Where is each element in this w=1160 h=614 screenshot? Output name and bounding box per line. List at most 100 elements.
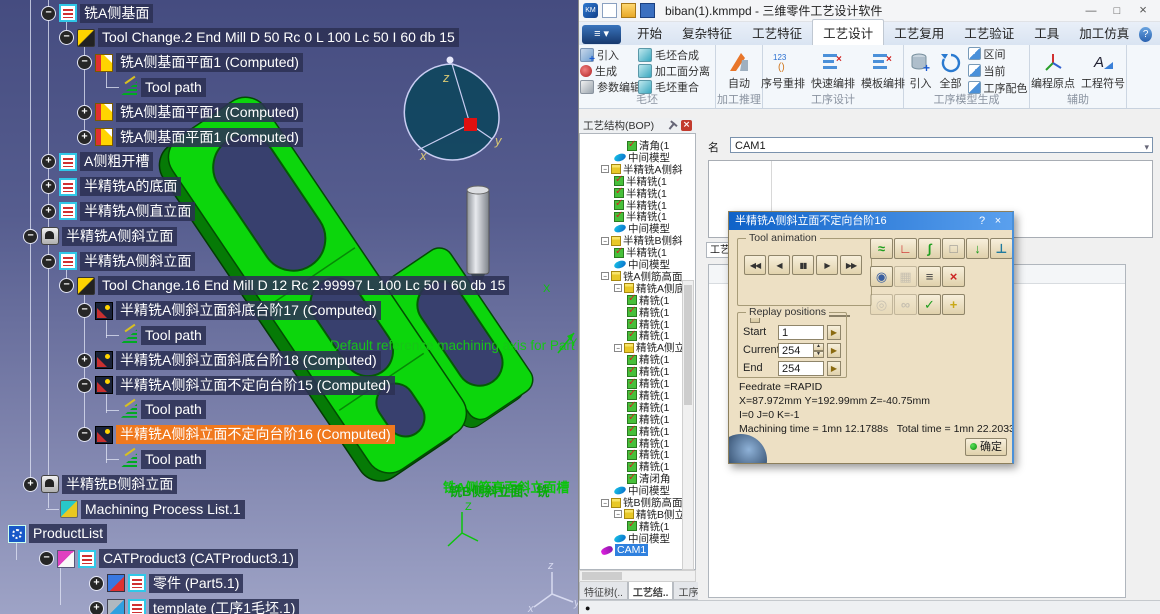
tree-item-label[interactable]: 半精铣A侧直立面 bbox=[80, 202, 195, 221]
ribbon-button-编程原点[interactable]: 编程原点 bbox=[1028, 49, 1078, 92]
minus-expander-icon[interactable]: − bbox=[614, 284, 622, 292]
tree-item-label[interactable]: template (工序1毛坯.1) bbox=[149, 599, 299, 614]
tree-item[interactable]: Tool path bbox=[120, 449, 206, 469]
tree-item[interactable]: − Tool Change.16 End Mill D 12 Rc 2.99997… bbox=[59, 276, 509, 296]
rewind-button[interactable]: ◀◀ bbox=[744, 255, 766, 275]
tree-item[interactable]: + 铣A侧基面平面1 (Computed) bbox=[77, 127, 303, 147]
tree-item-label[interactable]: 半精铣A侧斜立面斜底台阶17 (Computed) bbox=[116, 301, 381, 320]
ribbon-button-全部[interactable]: 全部 bbox=[936, 49, 966, 92]
plus-expander-icon[interactable]: + bbox=[77, 130, 92, 145]
tree-item[interactable]: −半精铣A侧斜立面斜底台阶17 (Computed) bbox=[77, 301, 381, 321]
application-menu-button[interactable]: ≡ ▾ bbox=[582, 25, 621, 44]
bop-tree-item[interactable]: CAM1 bbox=[601, 545, 648, 556]
tab-开始[interactable]: 开始 bbox=[627, 20, 672, 45]
maximize-button[interactable]: □ bbox=[1104, 2, 1130, 20]
tree-item-label[interactable]: 半精铣B侧斜立面 bbox=[62, 475, 177, 494]
ribbon-button-生成[interactable]: 生成 bbox=[580, 63, 638, 79]
plus-expander-icon[interactable]: + bbox=[41, 179, 56, 194]
tab-工艺验证[interactable]: 工艺验证 bbox=[954, 20, 1024, 45]
name-combobox[interactable]: CAM1 ▾ bbox=[730, 137, 1153, 153]
minus-expander-icon[interactable]: − bbox=[77, 427, 92, 442]
tree-item-label[interactable]: 半精铣A侧斜立面 bbox=[80, 252, 195, 271]
minus-expander-icon[interactable]: − bbox=[614, 344, 622, 352]
pick-position-button[interactable]: ▶ bbox=[827, 343, 841, 358]
ribbon-button-自动[interactable]: 自动 bbox=[724, 49, 754, 92]
tree-item-label[interactable]: A侧粗开槽 bbox=[80, 152, 153, 171]
tree-item[interactable]: − 半精铣A侧斜立面不定向台阶15 (Computed) bbox=[77, 375, 395, 395]
tree-item[interactable]: − 铣A侧基面平面1 (Computed) bbox=[77, 53, 303, 73]
minus-expander-icon[interactable]: − bbox=[41, 6, 56, 21]
minus-expander-icon[interactable]: − bbox=[41, 254, 56, 269]
tree-item-label[interactable]: 半精铣A侧斜立面不定向台阶15 (Computed) bbox=[116, 376, 395, 395]
tree-item-label[interactable]: 铣A侧基面平面1 (Computed) bbox=[116, 53, 303, 72]
point-display-icon[interactable]: ∟ bbox=[894, 238, 917, 259]
plus-expander-icon[interactable]: + bbox=[89, 576, 104, 591]
bop-tree-item[interactable]: 中间模型 bbox=[614, 533, 670, 544]
tree-item-label[interactable]: 零件 (Part5.1) bbox=[149, 574, 243, 593]
tab-加工仿真[interactable]: 加工仿真 bbox=[1069, 20, 1139, 45]
tree-item[interactable]: +半精铣A侧斜立面斜底台阶18 (Computed) bbox=[77, 350, 381, 370]
tree-item[interactable]: Tool path bbox=[120, 400, 206, 420]
tree-item[interactable]: − 半精铣A侧斜立面 bbox=[41, 251, 195, 271]
tree-item[interactable]: ProductList bbox=[8, 524, 107, 544]
tree-item-label[interactable]: 铣A侧基面 bbox=[80, 4, 153, 23]
plus-expander-icon[interactable]: + bbox=[41, 204, 56, 219]
open-file-icon[interactable] bbox=[621, 3, 636, 18]
minus-expander-icon[interactable]: − bbox=[601, 272, 609, 280]
tool-axis-icon[interactable]: ⊥ bbox=[990, 238, 1013, 259]
panel-close-icon[interactable]: × bbox=[681, 120, 692, 131]
tree-item-label[interactable]: CATProduct3 (CATProduct3.1) bbox=[99, 549, 298, 568]
tree-item[interactable]: −半精铣A侧斜立面不定向台阶16 (Computed) bbox=[77, 425, 395, 445]
bottom-tab-工艺结..[interactable]: 工艺结.. bbox=[628, 582, 674, 600]
replay-end-input[interactable]: 254 bbox=[778, 361, 824, 376]
step-back-button[interactable]: ◀ bbox=[768, 255, 790, 275]
tree-item[interactable]: Tool path bbox=[120, 77, 206, 97]
minus-expander-icon[interactable]: − bbox=[23, 229, 38, 244]
verify-icon[interactable]: ✓ bbox=[918, 294, 941, 315]
minus-expander-icon[interactable]: − bbox=[77, 378, 92, 393]
minus-expander-icon[interactable]: − bbox=[39, 551, 54, 566]
replay-start-input[interactable]: 1 bbox=[778, 325, 824, 340]
ribbon-button-当前[interactable]: 当前 bbox=[968, 63, 1028, 79]
tab-工艺复用[interactable]: 工艺复用 bbox=[884, 20, 954, 45]
collision-analysis-icon[interactable]: × bbox=[942, 266, 965, 287]
tree-item-label[interactable]: ProductList bbox=[29, 524, 107, 543]
tree-item-label[interactable]: Machining Process List.1 bbox=[81, 500, 245, 519]
tree-item-label[interactable]: 铣A侧基面平面1 (Computed) bbox=[116, 103, 303, 122]
tree-item-label[interactable]: Tool path bbox=[141, 326, 206, 345]
tree-item[interactable]: +半精铣A的底面 bbox=[41, 177, 181, 197]
dialog-help-icon[interactable]: ? bbox=[974, 212, 990, 230]
minus-expander-icon[interactable]: − bbox=[601, 165, 609, 173]
minus-expander-icon[interactable]: − bbox=[614, 510, 622, 518]
tree-item-label[interactable]: Tool path bbox=[141, 450, 206, 469]
ribbon-button-毛坯合成[interactable]: 毛坯合成 bbox=[638, 47, 714, 63]
tab-复杂特征[interactable]: 复杂特征 bbox=[672, 20, 742, 45]
tree-item[interactable]: − 半精铣A侧斜立面 bbox=[23, 226, 177, 246]
tree-item[interactable]: + 半精铣A侧直立面 bbox=[41, 201, 195, 221]
minus-expander-icon[interactable]: − bbox=[59, 278, 74, 293]
plus-expander-icon[interactable]: + bbox=[23, 477, 38, 492]
tree-item-label[interactable]: Tool path bbox=[141, 400, 206, 419]
plus-expander-icon[interactable]: + bbox=[41, 154, 56, 169]
tree-item-label[interactable]: 半精铣A侧斜立面 bbox=[62, 227, 177, 246]
minus-expander-icon[interactable]: − bbox=[601, 499, 609, 507]
tree-item[interactable]: −Tool Change.2 End Mill D 50 Rc 0 L 100 … bbox=[59, 28, 459, 48]
plus-expander-icon[interactable]: + bbox=[77, 105, 92, 120]
minus-expander-icon[interactable]: − bbox=[77, 55, 92, 70]
close-button[interactable]: × bbox=[1130, 1, 1156, 19]
plus-expander-icon[interactable]: + bbox=[89, 601, 104, 614]
spinner-stepper[interactable]: ▲▼ bbox=[813, 343, 824, 358]
tab-工具[interactable]: 工具 bbox=[1024, 20, 1069, 45]
tree-item[interactable]: − 铣A侧基面 bbox=[41, 3, 153, 23]
ok-button[interactable]: 确定 bbox=[965, 438, 1007, 456]
tree-item-label[interactable]: 铣A侧基面平面1 (Computed) bbox=[116, 128, 303, 147]
ribbon-button-快速编排[interactable]: ×快速编排 bbox=[808, 49, 858, 92]
dialog-titlebar[interactable]: 半精铣A侧斜立面不定向台阶16 ? × bbox=[729, 212, 1012, 230]
tree-item[interactable]: + A侧粗开槽 bbox=[41, 152, 153, 172]
tab-工艺设计[interactable]: 工艺设计 bbox=[812, 19, 884, 45]
bop-vertical-scrollbar[interactable] bbox=[682, 280, 694, 570]
tab-工艺特征[interactable]: 工艺特征 bbox=[742, 20, 812, 45]
view-compass[interactable]: x y z bbox=[404, 57, 503, 164]
tree-item-label[interactable]: Tool Change.16 End Mill D 12 Rc 2.99997 … bbox=[98, 276, 509, 295]
tree-item[interactable]: Machining Process List.1 bbox=[60, 499, 245, 519]
